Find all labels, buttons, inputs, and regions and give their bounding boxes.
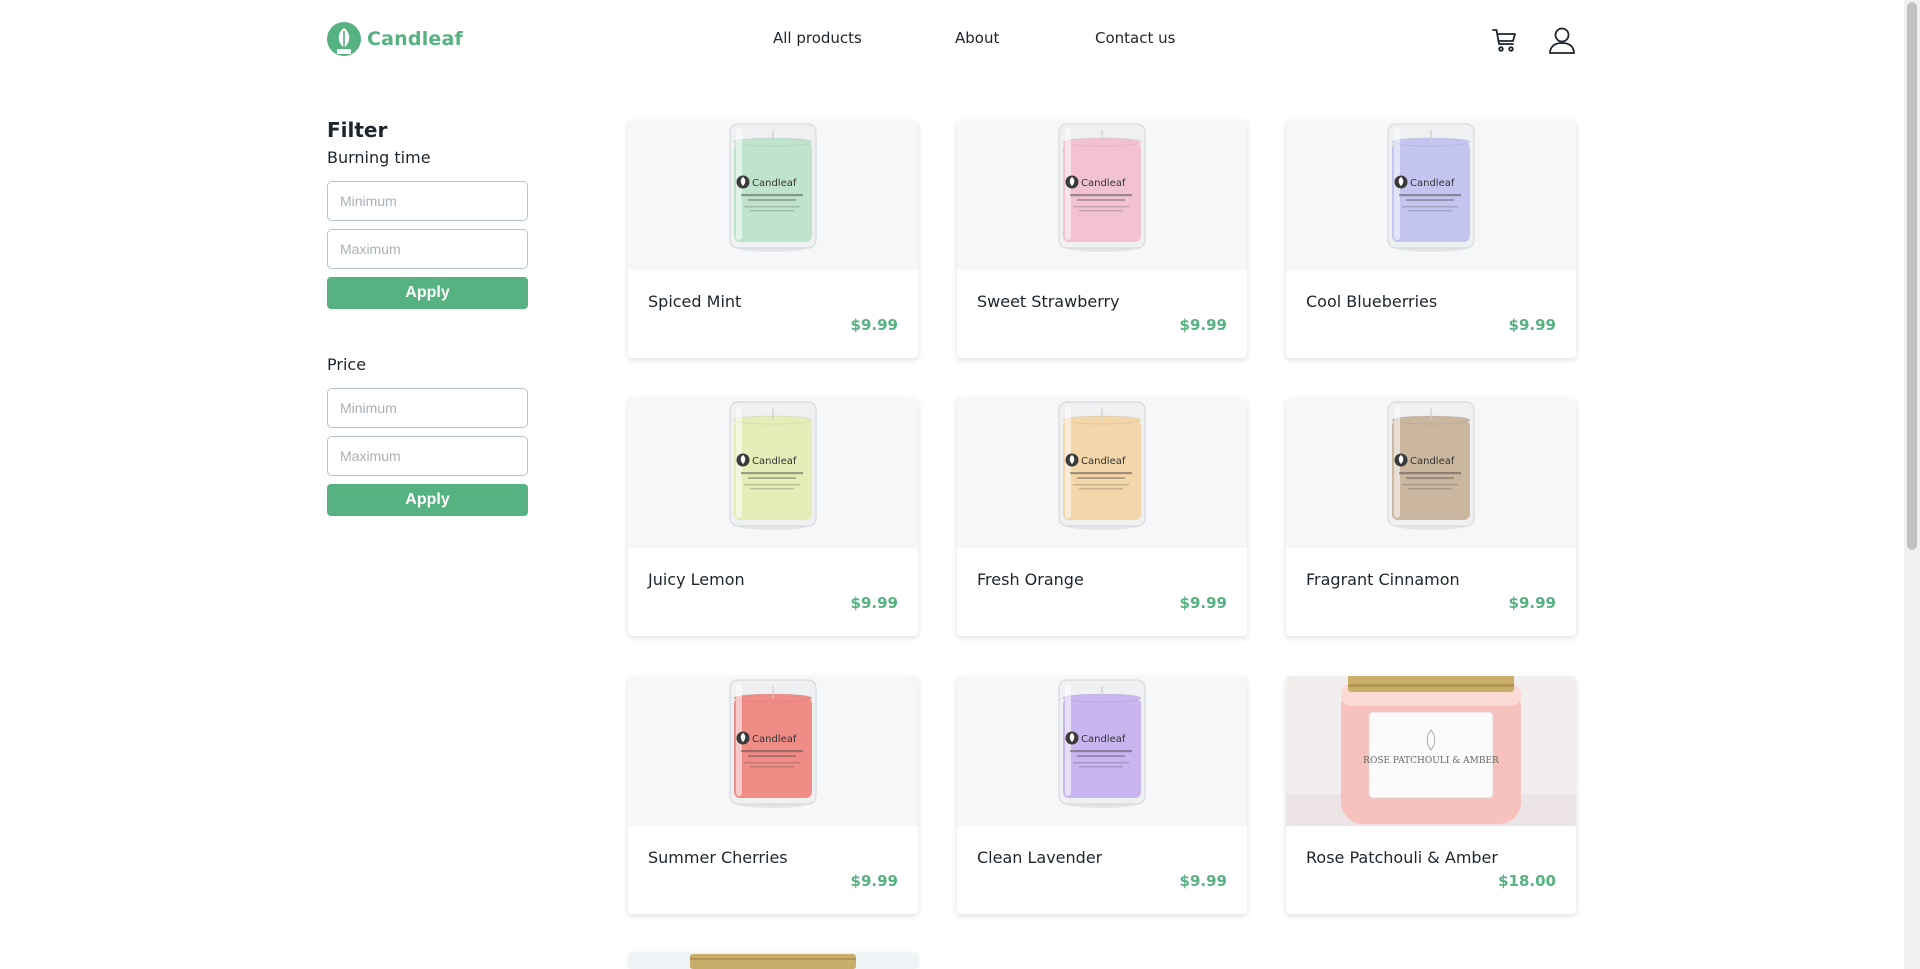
brand-name: Candleaf [367, 28, 463, 50]
product-name: Fresh Orange [977, 570, 1084, 589]
product-image: Candleaf [957, 120, 1247, 270]
product-name: Juicy Lemon [648, 570, 745, 589]
product-image: Candleaf [957, 676, 1247, 826]
cart-button[interactable] [1489, 24, 1521, 56]
candle-label-text: Candleaf [752, 734, 797, 745]
burning-time-max-input[interactable] [327, 229, 528, 269]
leaf-logo-icon [327, 22, 361, 56]
product-price: $9.99 [1508, 316, 1556, 334]
nav-link-contact-us[interactable]: Contact us [1095, 29, 1175, 47]
price-max-input[interactable] [327, 436, 528, 476]
candle-image: Candleaf [729, 123, 817, 252]
product-name: Summer Cherries [648, 848, 788, 867]
logo[interactable]: Candleaf [327, 22, 463, 56]
candle-label-text: Candleaf [752, 178, 797, 189]
nav-link-about[interactable]: About [955, 29, 999, 47]
candle-image: Candleaf [729, 401, 817, 530]
price-label: Price [327, 355, 367, 374]
product-name: Spiced Mint [648, 292, 742, 311]
product-image: Candleaf [628, 120, 918, 270]
burning-time-label: Burning time [327, 148, 431, 167]
product-card[interactable]: Candleaf Cool Blueberries $9.99 [1286, 120, 1576, 358]
product-card[interactable]: Candleaf Fresh Orange $9.99 [957, 398, 1247, 636]
product-name: Sweet Strawberry [977, 292, 1120, 311]
candle-label-text: Candleaf [1410, 178, 1455, 189]
candle-image: Candleaf [729, 679, 817, 808]
candle-image: Candleaf [1387, 123, 1475, 252]
user-icon [1549, 27, 1575, 54]
filter-title: Filter [327, 118, 388, 142]
burning-time-min-input[interactable] [327, 181, 528, 221]
product-card[interactable]: Candleaf Fragrant Cinnamon $9.99 [1286, 398, 1576, 636]
product-name: Clean Lavender [977, 848, 1103, 867]
product-image [628, 954, 918, 969]
candle-image: Candleaf [1058, 401, 1146, 530]
burning-time-apply-button[interactable]: Apply [327, 277, 528, 309]
product-price: $9.99 [850, 872, 898, 890]
candle-label-text: Candleaf [752, 456, 797, 467]
product-image: Candleaf [628, 398, 918, 548]
product-name: Rose Patchouli & Amber [1306, 848, 1498, 867]
candle-label-text: Candleaf [1410, 456, 1455, 467]
product-name: Cool Blueberries [1306, 292, 1438, 311]
candle-image: Candleaf [1058, 679, 1146, 808]
jar-lid-partial [690, 954, 856, 969]
nav-link-all-products[interactable]: All products [773, 29, 862, 47]
candle-label-text: Candleaf [1081, 178, 1126, 189]
filter-sidebar: Filter Burning time Apply Price Apply [327, 118, 529, 516]
product-price: $9.99 [1508, 594, 1556, 612]
product-price: $9.99 [1179, 872, 1227, 890]
product-price: $9.99 [850, 316, 898, 334]
product-card[interactable]: Candleaf Sweet Strawberry $9.99 [957, 120, 1247, 358]
product-image: Candleaf [1286, 120, 1576, 270]
product-image: Candleaf [957, 398, 1247, 548]
candle-image: Candleaf [1387, 401, 1475, 530]
product-image: Candleaf [628, 676, 918, 826]
product-name: Fragrant Cinnamon [1306, 570, 1460, 589]
candle-image: Candleaf [1058, 123, 1146, 252]
candle-label-text: Candleaf [1081, 456, 1126, 467]
product-card[interactable]: Candleaf Spiced Mint $9.99 [628, 120, 918, 358]
product-card[interactable]: Candleaf Juicy Lemon $9.99 [628, 398, 918, 636]
product-image: Candleaf [1286, 398, 1576, 548]
product-price: $9.99 [1179, 316, 1227, 334]
cart-icon [1492, 29, 1516, 52]
product-price: $18.00 [1498, 872, 1556, 890]
product-card[interactable]: ROSE PATCHOULI & AMBER Rose Patchouli & … [1286, 676, 1576, 914]
product-card[interactable]: Candleaf Summer Cherries $9.99 [628, 676, 918, 914]
scrollbar-thumb[interactable] [1907, 2, 1917, 550]
site-header: Candleaf All products About Contact us [0, 0, 1904, 80]
page-scrollbar[interactable] [1904, 0, 1920, 969]
price-apply-button[interactable]: Apply [327, 484, 528, 516]
product-card-partial[interactable] [628, 954, 918, 969]
product-image: ROSE PATCHOULI & AMBER [1286, 676, 1576, 826]
candle-image: ROSE PATCHOULI & AMBER [1286, 676, 1576, 826]
product-price: $9.99 [850, 594, 898, 612]
price-min-input[interactable] [327, 388, 528, 428]
jar-label-text: ROSE PATCHOULI & AMBER [1363, 756, 1499, 766]
product-price: $9.99 [1179, 594, 1227, 612]
candle-label-text: Candleaf [1081, 734, 1126, 745]
account-button[interactable] [1546, 24, 1578, 56]
product-card[interactable]: Candleaf Clean Lavender $9.99 [957, 676, 1247, 914]
